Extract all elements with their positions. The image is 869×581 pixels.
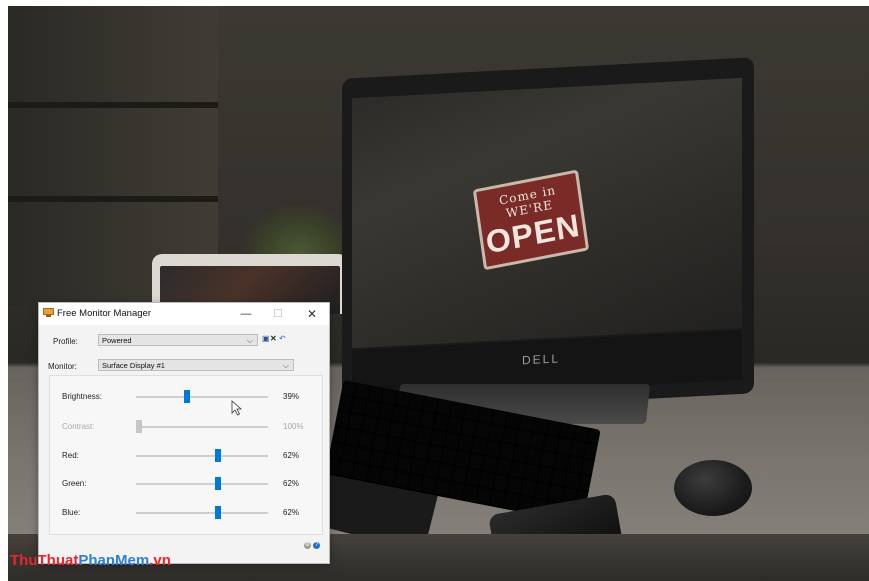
contrast-slider: [136, 420, 268, 433]
settings-icon[interactable]: ⚙: [304, 542, 311, 549]
chevron-down-icon: ⌵: [282, 361, 289, 370]
watermark-part-3: .vn: [149, 552, 171, 569]
green-value: 62%: [283, 479, 300, 488]
watermark-part-2: PhanMem: [78, 552, 150, 569]
contrast-value: 100%: [283, 422, 304, 431]
monitor-app-icon: [43, 308, 54, 318]
monitor-screen: Come in WE'RE OPEN: [352, 77, 742, 349]
undo-icon[interactable]: ↶: [279, 334, 286, 344]
blue-value: 62%: [283, 508, 300, 517]
monitor-label: Monitor:: [48, 362, 77, 371]
red-slider-thumb[interactable]: [214, 449, 221, 462]
title-bar[interactable]: Free Monitor Manager — ☐ ✕: [39, 303, 329, 325]
brightness-slider-thumb[interactable]: [184, 390, 191, 403]
minimize-button[interactable]: —: [231, 303, 261, 325]
contrast-slider-thumb: [136, 420, 142, 433]
profile-dropdown[interactable]: Powered ⌵: [98, 334, 258, 346]
blue-slider-thumb[interactable]: [214, 506, 221, 519]
profile-label: Profile:: [53, 337, 78, 346]
blue-slider[interactable]: [136, 506, 268, 519]
mouse-cursor-icon: [231, 400, 243, 416]
adjustments-panel: Brightness: 39% Contrast: 100% Red: 62% …: [49, 375, 323, 535]
red-label: Red:: [62, 451, 79, 460]
shelf-board: [8, 196, 218, 202]
chevron-down-icon: ⌵: [246, 336, 253, 345]
profile-value: Powered: [102, 336, 132, 345]
contrast-label: Contrast:: [62, 422, 95, 431]
green-slider[interactable]: [136, 477, 268, 490]
monitor-dropdown[interactable]: Surface Display #1 ⌵: [98, 359, 294, 371]
help-icon[interactable]: ?: [313, 542, 320, 549]
open-sign: Come in WE'RE OPEN: [472, 169, 590, 271]
blue-label: Blue:: [62, 508, 81, 517]
desktop-monitor: Come in WE'RE OPEN DELL: [342, 57, 754, 415]
shelf-board: [8, 102, 218, 108]
monitor-value: Surface Display #1: [102, 361, 165, 370]
red-slider[interactable]: [136, 449, 268, 462]
delete-icon[interactable]: ✕: [270, 334, 277, 344]
mouse: [674, 460, 752, 516]
brightness-value: 39%: [283, 392, 300, 401]
window-title: Free Monitor Manager: [57, 308, 151, 319]
brightness-slider[interactable]: [136, 390, 268, 403]
maximize-button[interactable]: ☐: [263, 303, 293, 325]
green-slider-thumb[interactable]: [214, 477, 221, 490]
watermark: ThuThuatPhanMem.vn: [10, 552, 171, 569]
brand-logo: DELL: [522, 351, 561, 368]
red-value: 62%: [283, 451, 300, 460]
green-label: Green:: [62, 479, 87, 488]
close-button[interactable]: ✕: [297, 303, 327, 325]
app-window: Free Monitor Manager — ☐ ✕ Profile: Powe…: [38, 302, 330, 564]
brightness-label: Brightness:: [62, 392, 103, 401]
watermark-part-1: ThuThuat: [10, 552, 79, 569]
save-icon[interactable]: ▣: [262, 334, 270, 344]
